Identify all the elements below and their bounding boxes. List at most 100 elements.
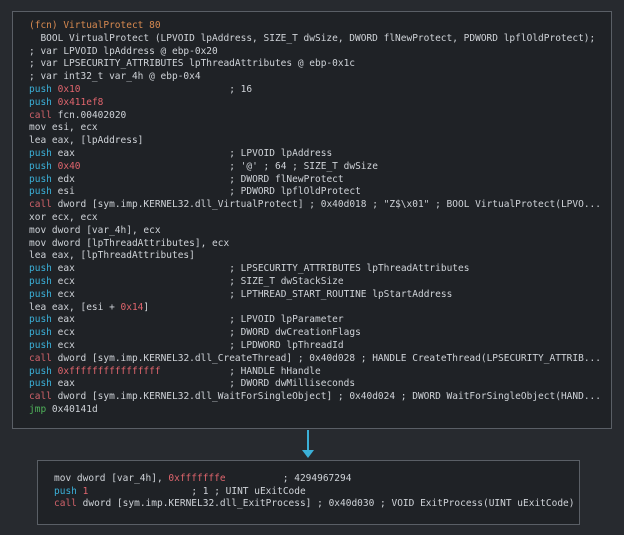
function-header: (fcn) VirtualProtect 80 <box>29 20 161 31</box>
operand: fcn.00402020 <box>57 109 127 121</box>
operand: ecx <box>57 339 75 351</box>
operand: 0x411ef8 <box>57 96 104 108</box>
comment-text: ; PDWORD lpflOldProtect <box>229 186 361 198</box>
operand: dword [sym.imp.KERNEL32.dll_VirtualProte… <box>57 199 601 211</box>
disasm-line[interactable]: xor ecx, ecx <box>29 212 601 225</box>
disasm-line[interactable]: call dword [sym.imp.KERNEL32.dll_CreateT… <box>29 353 601 366</box>
mnemonic: push <box>29 83 52 95</box>
operand: 1 <box>82 485 89 497</box>
mnemonic: push <box>29 339 52 351</box>
comment-text: ; LPSECURITY_ATTRIBUTES lpThreadAttribut… <box>229 263 470 275</box>
mnemonic: call <box>29 391 52 403</box>
operand: eax <box>57 314 75 326</box>
disasm-line[interactable]: push 0x40 ; '@' ; 64 ; SIZE_T dwSize <box>29 161 601 174</box>
comment-text: ; var int32_t var_4h @ ebp-0x4 <box>29 71 201 83</box>
disasm-line[interactable]: push 0x411ef8 <box>29 97 601 110</box>
instruction-text: lea eax, [lpThreadAttributes] <box>29 250 195 262</box>
disasm-line[interactable]: push ecx ; LPDWORD lpThreadId <box>29 340 601 353</box>
disasm-line[interactable]: ; var LPSECURITY_ATTRIBUTES lpThreadAttr… <box>29 58 601 71</box>
comment-text: ; 4294967294 <box>282 473 352 484</box>
disasm-line[interactable]: mov esi, ecx <box>29 122 601 135</box>
instruction-text: xor ecx, ecx <box>29 211 98 223</box>
disasm-line[interactable]: push ecx ; DWORD dwCreationFlags <box>29 327 601 340</box>
comment-text: ; var LPSECURITY_ATTRIBUTES lpThreadAttr… <box>29 58 356 70</box>
disasm-line[interactable]: lea eax, [esi + 0x14] <box>29 302 601 315</box>
comment-text: ; LPVOID lpAddress <box>229 147 333 159</box>
comment-text: ; DWORD dwMilliseconds <box>229 378 356 390</box>
operand: ecx <box>57 327 75 339</box>
disasm-line[interactable]: push esi ; PDWORD lpflOldProtect <box>29 186 601 199</box>
operand: esi <box>57 186 75 198</box>
comment-text: ; DWORD flNewProtect <box>229 173 344 185</box>
disasm-line[interactable]: lea eax, [lpThreadAttributes] <box>29 250 601 263</box>
mnemonic: push <box>29 160 52 172</box>
mnemonic: push <box>29 365 52 377</box>
comment-text: ; LPDWORD lpThreadId <box>229 339 344 351</box>
graph-view[interactable]: (fcn) VirtualProtect 80 BOOL VirtualProt… <box>0 0 624 535</box>
mnemonic: push <box>29 96 52 108</box>
operand: 0x40141d <box>51 403 98 415</box>
mnemonic: push <box>29 314 52 326</box>
operand: 0x10 <box>57 83 81 95</box>
operand: edx <box>57 173 75 185</box>
mnemonic: push <box>29 288 52 300</box>
mnemonic: push <box>29 186 52 198</box>
instruction-text: mov esi, ecx <box>29 122 98 134</box>
mnemonic: push <box>29 263 52 275</box>
comment-text: ; var LPVOID lpAddress @ ebp-0x20 <box>29 45 218 57</box>
mnemonic: jmp <box>29 403 47 415</box>
disasm-line[interactable]: push eax ; LPVOID lpAddress <box>29 148 601 161</box>
mnemonic: call <box>29 199 52 211</box>
disasm-line[interactable]: call fcn.00402020 <box>29 110 601 123</box>
disasm-line[interactable]: push edx ; DWORD flNewProtect <box>29 174 601 187</box>
comment-text: ; '@' ; 64 ; SIZE_T dwSize <box>229 160 378 172</box>
code-block-lines: mov dword [var_4h], 0xfffffffe ; 4294967… <box>54 473 575 511</box>
operand: dword [sym.imp.KERNEL32.dll_CreateThread… <box>57 352 601 364</box>
disasm-line[interactable]: push 0xffffffffffffffff ; HANDLE hHandle <box>29 366 601 379</box>
disasm-line[interactable]: push eax ; LPSECURITY_ATTRIBUTES lpThrea… <box>29 263 601 276</box>
disasm-line[interactable]: (fcn) VirtualProtect 80 <box>29 20 601 33</box>
comment-text: ; 1 ; UINT uExitCode <box>191 485 306 497</box>
mnemonic: call <box>54 498 77 510</box>
disasm-line[interactable]: push 1 ; 1 ; UINT uExitCode <box>54 486 575 499</box>
disasm-line[interactable]: ; var int32_t var_4h @ ebp-0x4 <box>29 71 601 84</box>
disasm-line[interactable]: mov dword [lpThreadAttributes], ecx <box>29 238 601 251</box>
comment-text: ; 16 <box>229 83 253 95</box>
code-block-virtualprotect[interactable]: (fcn) VirtualProtect 80 BOOL VirtualProt… <box>12 11 612 429</box>
mnemonic: push <box>29 173 52 185</box>
disasm-line[interactable]: push 0x10 ; 16 <box>29 84 601 97</box>
operand: 0xffffffffffffffff <box>57 365 161 377</box>
mnemonic: push <box>29 147 52 159</box>
operand: dword [sym.imp.KERNEL32.dll_ExitProcess]… <box>82 498 575 510</box>
disasm-line[interactable]: push eax ; LPVOID lpParameter <box>29 314 601 327</box>
operand: ecx <box>57 288 75 300</box>
disasm-line[interactable]: call dword [sym.imp.KERNEL32.dll_Virtual… <box>29 199 601 212</box>
arrow-down-icon <box>302 450 314 458</box>
disasm-line[interactable]: ; var LPVOID lpAddress @ ebp-0x20 <box>29 46 601 59</box>
disasm-line[interactable]: push ecx ; LPTHREAD_START_ROUTINE lpStar… <box>29 289 601 302</box>
disasm-line[interactable]: push ecx ; SIZE_T dwStackSize <box>29 276 601 289</box>
instruction-text: mov dword [var_4h], <box>54 473 169 484</box>
mnemonic: push <box>29 378 52 390</box>
operand: ecx <box>57 275 75 287</box>
instruction-text: ] <box>143 301 150 313</box>
operand: 0x40 <box>57 160 81 172</box>
disasm-line[interactable]: call dword [sym.imp.KERNEL32.dll_WaitFor… <box>29 391 601 404</box>
operand: eax <box>57 378 75 390</box>
immediate-value: 0x14 <box>120 301 144 313</box>
disasm-line[interactable]: mov dword [var_4h], 0xfffffffe ; 4294967… <box>54 473 575 486</box>
disasm-line[interactable]: jmp 0x40141d <box>29 404 601 417</box>
comment-text: ; DWORD dwCreationFlags <box>229 327 361 339</box>
disasm-line[interactable]: mov dword [var_4h], ecx <box>29 225 601 238</box>
disasm-line[interactable]: push eax ; DWORD dwMilliseconds <box>29 378 601 391</box>
disasm-line[interactable]: BOOL VirtualProtect (LPVOID lpAddress, S… <box>29 33 601 46</box>
comment-text: ; HANDLE hHandle <box>229 365 321 377</box>
comment-text: ; LPTHREAD_START_ROUTINE lpStartAddress <box>229 288 453 300</box>
comment-text: ; SIZE_T dwStackSize <box>229 275 344 287</box>
disasm-line[interactable]: lea eax, [lpAddress] <box>29 135 601 148</box>
mnemonic: push <box>29 327 52 339</box>
code-block-exitprocess[interactable]: mov dword [var_4h], 0xfffffffe ; 4294967… <box>37 460 580 525</box>
mnemonic: call <box>29 109 52 121</box>
instruction-text: mov dword [lpThreadAttributes], ecx <box>29 237 230 249</box>
disasm-line[interactable]: call dword [sym.imp.KERNEL32.dll_ExitPro… <box>54 498 575 511</box>
